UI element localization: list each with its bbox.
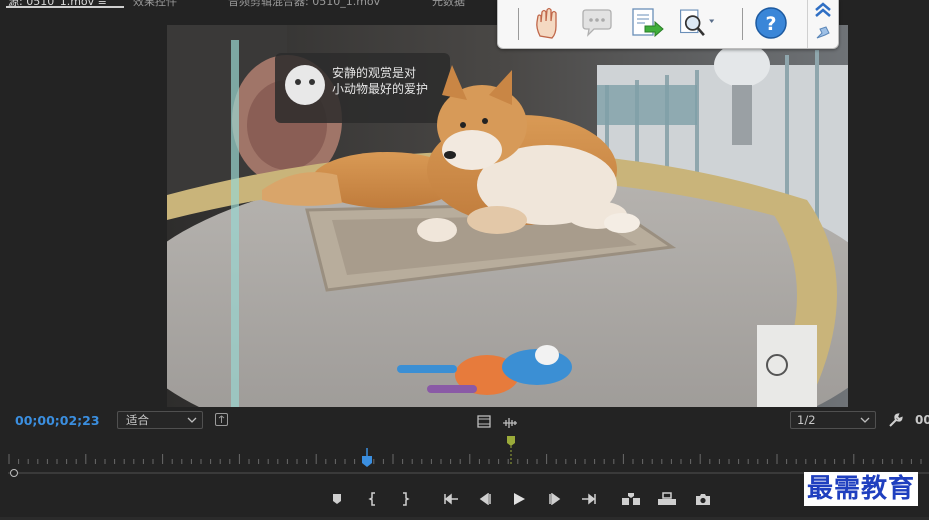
add-marker-icon[interactable] [327, 490, 347, 508]
tab-metadata[interactable]: 元数据 [432, 0, 465, 8]
time-ruler[interactable] [8, 452, 929, 466]
watermark-logo: 最需教育 [804, 472, 919, 506]
export-icon[interactable] [628, 4, 666, 42]
active-tab-indicator [6, 6, 124, 8]
duration-timecode: 00 [915, 413, 929, 427]
hand-icon[interactable] [528, 4, 566, 42]
audio-waveform-icon[interactable] [502, 414, 518, 433]
step-back-icon[interactable] [475, 490, 495, 508]
chevron-down-icon [860, 417, 870, 423]
settings-small-icon[interactable] [215, 413, 228, 426]
playback-resolution-select[interactable]: 1/2 [790, 411, 876, 429]
tab-audio-clip-mixer[interactable]: 音频剪辑混合器: 0510_1.mov [228, 0, 380, 8]
export-frame-icon[interactable] [693, 490, 713, 508]
floating-toolbar: ? [497, 0, 839, 49]
comment-icon[interactable] [578, 4, 616, 42]
toolbar-separator [742, 8, 743, 40]
pin-icon[interactable] [813, 24, 833, 46]
go-to-in-icon[interactable] [441, 490, 461, 508]
tab-effect-controls[interactable]: 效果控件 [133, 0, 177, 8]
playhead[interactable] [361, 448, 373, 472]
playback-resolution-value: 1/2 [797, 413, 816, 427]
help-icon[interactable]: ? [752, 4, 790, 42]
playhead-timecode[interactable]: 00;00;02;23 [15, 413, 100, 428]
go-to-out-icon[interactable] [579, 490, 599, 508]
wrench-icon[interactable] [888, 413, 903, 432]
source-video-frame[interactable]: 安静的观赏是对 小动物最好的爱护 [167, 25, 848, 407]
toolbar-side [807, 0, 838, 48]
in-point-marker[interactable] [506, 435, 516, 469]
zoom-level-select[interactable]: 适合 [117, 411, 203, 429]
sign-text-line1: 安静的观赏是对 [332, 65, 416, 80]
play-icon[interactable] [509, 490, 529, 508]
toolbar-separator [518, 8, 519, 40]
insert-icon[interactable] [621, 490, 641, 508]
sign-text-line2: 小动物最好的爱护 [332, 81, 428, 96]
overwrite-icon[interactable] [657, 490, 677, 508]
zoom-scroll-track[interactable] [8, 472, 929, 474]
collapse-icon[interactable] [813, 2, 833, 22]
zoom-icon[interactable] [678, 4, 716, 42]
mark-in-icon[interactable] [363, 490, 383, 508]
zoom-scroll-handle[interactable] [10, 469, 18, 477]
step-forward-icon[interactable] [545, 490, 565, 508]
mark-out-icon[interactable] [395, 490, 415, 508]
svg-text:?: ? [765, 13, 776, 35]
chevron-down-icon [187, 417, 197, 423]
filmstrip-icon[interactable] [477, 413, 491, 432]
zoom-level-value: 适合 [126, 413, 149, 427]
video-image: 安静的观赏是对 小动物最好的爱护 [167, 25, 848, 407]
